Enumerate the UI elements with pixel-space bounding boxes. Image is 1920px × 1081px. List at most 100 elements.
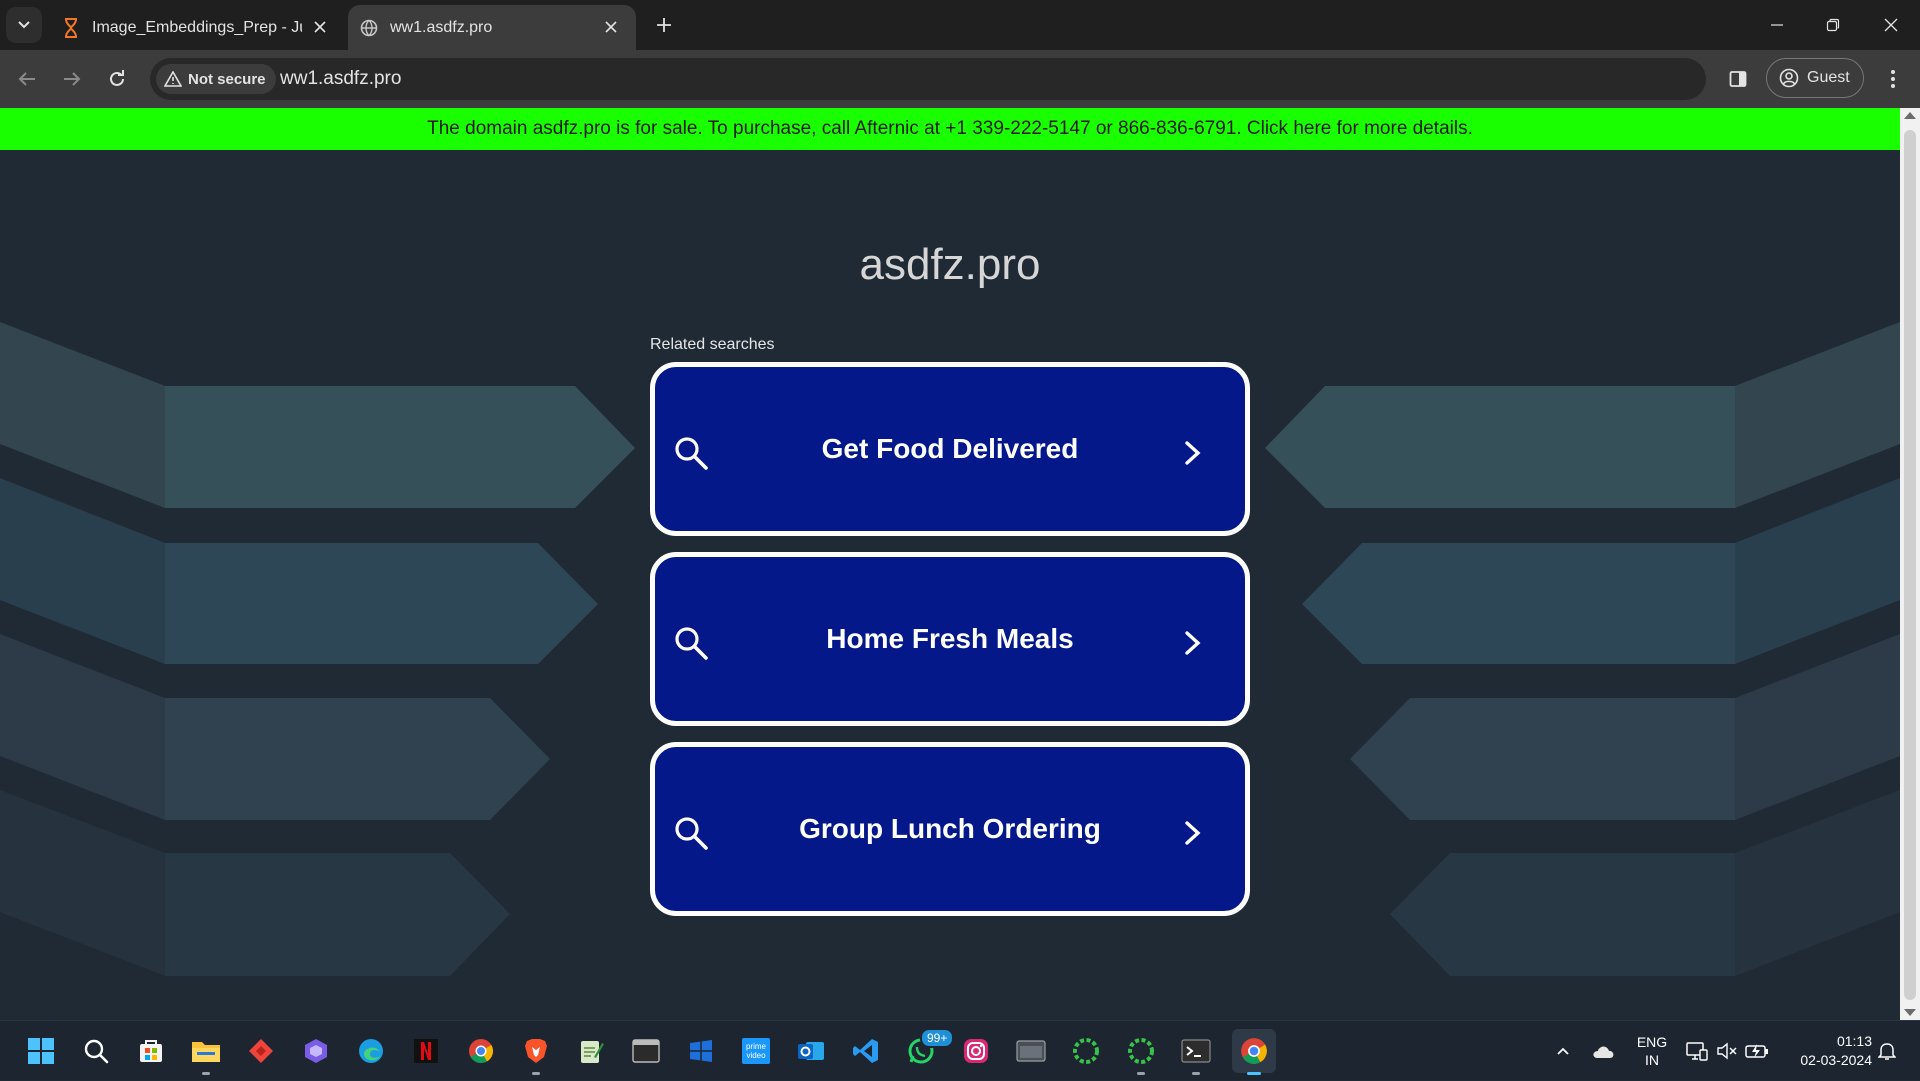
scroll-up-arrow[interactable] [1904,112,1916,119]
search-card-group-lunch-ordering[interactable]: Group Lunch Ordering [650,742,1250,916]
side-panel-icon [1729,71,1747,87]
running-indicator [202,1072,210,1075]
taskbar-netflix[interactable] [407,1032,445,1070]
taskbar-vscode[interactable] [847,1032,885,1070]
taskbar-copilot[interactable] [297,1032,335,1070]
taskbar-windows-app[interactable] [682,1032,720,1070]
taskbar-loader-app[interactable] [1067,1032,1105,1070]
profile-button[interactable]: Guest [1766,58,1864,98]
side-panel-button[interactable] [1723,64,1753,94]
notepad-icon [581,1041,604,1063]
search-card-home-fresh-meals[interactable]: Home Fresh Meals [650,552,1250,726]
taskbar-terminal[interactable] [1177,1032,1215,1075]
tab-strip: Image_Embeddings_Prep - Jupyter ww1.asdf… [0,0,1920,50]
taskbar-chrome-active[interactable] [1232,1029,1276,1075]
prime-video-icon: primevideo [742,1038,770,1064]
store-icon [140,1040,162,1062]
taskbar-app-window[interactable] [1012,1032,1050,1070]
taskbar-brave[interactable] [517,1032,555,1075]
reload-icon [110,70,124,86]
start-button[interactable] [22,1032,60,1070]
close-icon [1884,18,1898,32]
taskbar-cmd[interactable] [627,1032,665,1070]
chevron-up-icon [1557,1047,1569,1055]
loader-app-icon [1073,1038,1099,1064]
hourglass-icon [65,17,77,38]
volume-button[interactable] [1714,1021,1740,1081]
tab-search-button[interactable] [6,7,42,43]
restore-button[interactable] [1818,10,1848,40]
outlook-icon [798,1042,824,1060]
taskbar-anydesk[interactable] [242,1032,280,1070]
system-clock[interactable]: 01:13 02-03-2024 [1782,1032,1872,1070]
running-indicator [1137,1072,1145,1075]
scroll-down-arrow[interactable] [1904,1009,1916,1016]
close-icon [605,21,617,33]
show-hidden-icons-button[interactable] [1550,1021,1576,1081]
running-indicator [532,1072,540,1075]
notifications-button[interactable] [1872,1021,1902,1081]
domain-sale-banner[interactable]: The domain asdfz.pro is for sale. To pur… [0,108,1900,150]
tab-title: ww1.asdfz.pro [390,18,493,36]
taskbar-instagram[interactable] [957,1032,995,1070]
taskbar-file-explorer[interactable] [187,1032,225,1075]
taskbar-whatsapp[interactable]: 99+ [902,1028,955,1070]
warning-icon [164,71,182,87]
scroll-thumb[interactable] [1904,130,1916,1000]
taskbar-edge[interactable] [352,1032,390,1070]
page-scrollbar[interactable] [1900,108,1920,1020]
network-button[interactable] [1684,1021,1710,1081]
related-searches-label: Related searches [650,336,775,353]
taskbar-chrome[interactable] [462,1032,500,1070]
taskbar-loader-app-2[interactable] [1122,1032,1160,1075]
region-code: IN [1645,1052,1659,1068]
running-indicator [1192,1072,1200,1075]
new-tab-button[interactable] [650,11,678,39]
tab-close-button[interactable] [309,16,331,38]
back-button[interactable] [12,64,42,94]
cloud-icon [1593,1046,1614,1058]
more-vertical-icon [1891,70,1895,88]
search-card-get-food-delivered[interactable]: Get Food Delivered [650,362,1250,536]
taskbar-search-button[interactable] [77,1032,115,1070]
security-chip[interactable]: Not secure [156,64,276,94]
clock-time: 01:13 [1836,1033,1872,1049]
onedrive-button[interactable] [1588,1021,1618,1081]
globe-icon [360,19,378,36]
browser-menu-button[interactable] [1878,64,1908,94]
windows-taskbar: prime video 99+ ENG IN 01:13 02-03-2024 [0,1020,1920,1080]
tab-close-button[interactable] [600,16,622,38]
profile-label: Guest [1807,69,1850,86]
plus-icon [657,18,671,32]
tab-jupyter[interactable]: Image_Embeddings_Prep - Jupyter [50,5,345,50]
anydesk-icon [249,1039,273,1063]
page-viewport: The domain asdfz.pro is for sale. To pur… [0,108,1900,1020]
address-bar[interactable]: Not secure ww1.asdfz.pro [150,58,1706,100]
chevron-down-icon [18,21,30,29]
network-icon [1686,1042,1708,1061]
active-indicator [1247,1072,1261,1075]
forward-button[interactable] [57,64,87,94]
search-card-label: Get Food Delivered [821,433,1079,464]
netflix-icon [414,1039,438,1063]
folder-icon [192,1042,220,1062]
svg-text:video: video [746,1051,766,1060]
taskbar-prime-video[interactable]: prime video [737,1032,775,1070]
language-indicator[interactable]: ENG IN [1632,1033,1672,1069]
taskbar-outlook[interactable] [792,1032,830,1070]
windows-logo-icon [28,1038,54,1064]
battery-button[interactable] [1744,1021,1770,1081]
taskbar-store-app[interactable] [132,1032,170,1070]
minimize-button[interactable] [1762,10,1792,40]
url-text[interactable]: ww1.asdfz.pro [280,68,401,90]
search-icon [84,1039,109,1064]
taskbar-notepad[interactable] [572,1032,610,1070]
close-window-button[interactable] [1876,10,1906,40]
terminal-2-icon [1181,1039,1211,1063]
browser-toolbar: Not secure ww1.asdfz.pro Guest [0,50,1920,108]
bell-icon [1878,1043,1896,1060]
tab-asdfz[interactable]: ww1.asdfz.pro [348,5,636,50]
app-window-icon [1016,1040,1046,1062]
reload-button[interactable] [102,64,132,94]
language-code: ENG [1636,1034,1668,1050]
